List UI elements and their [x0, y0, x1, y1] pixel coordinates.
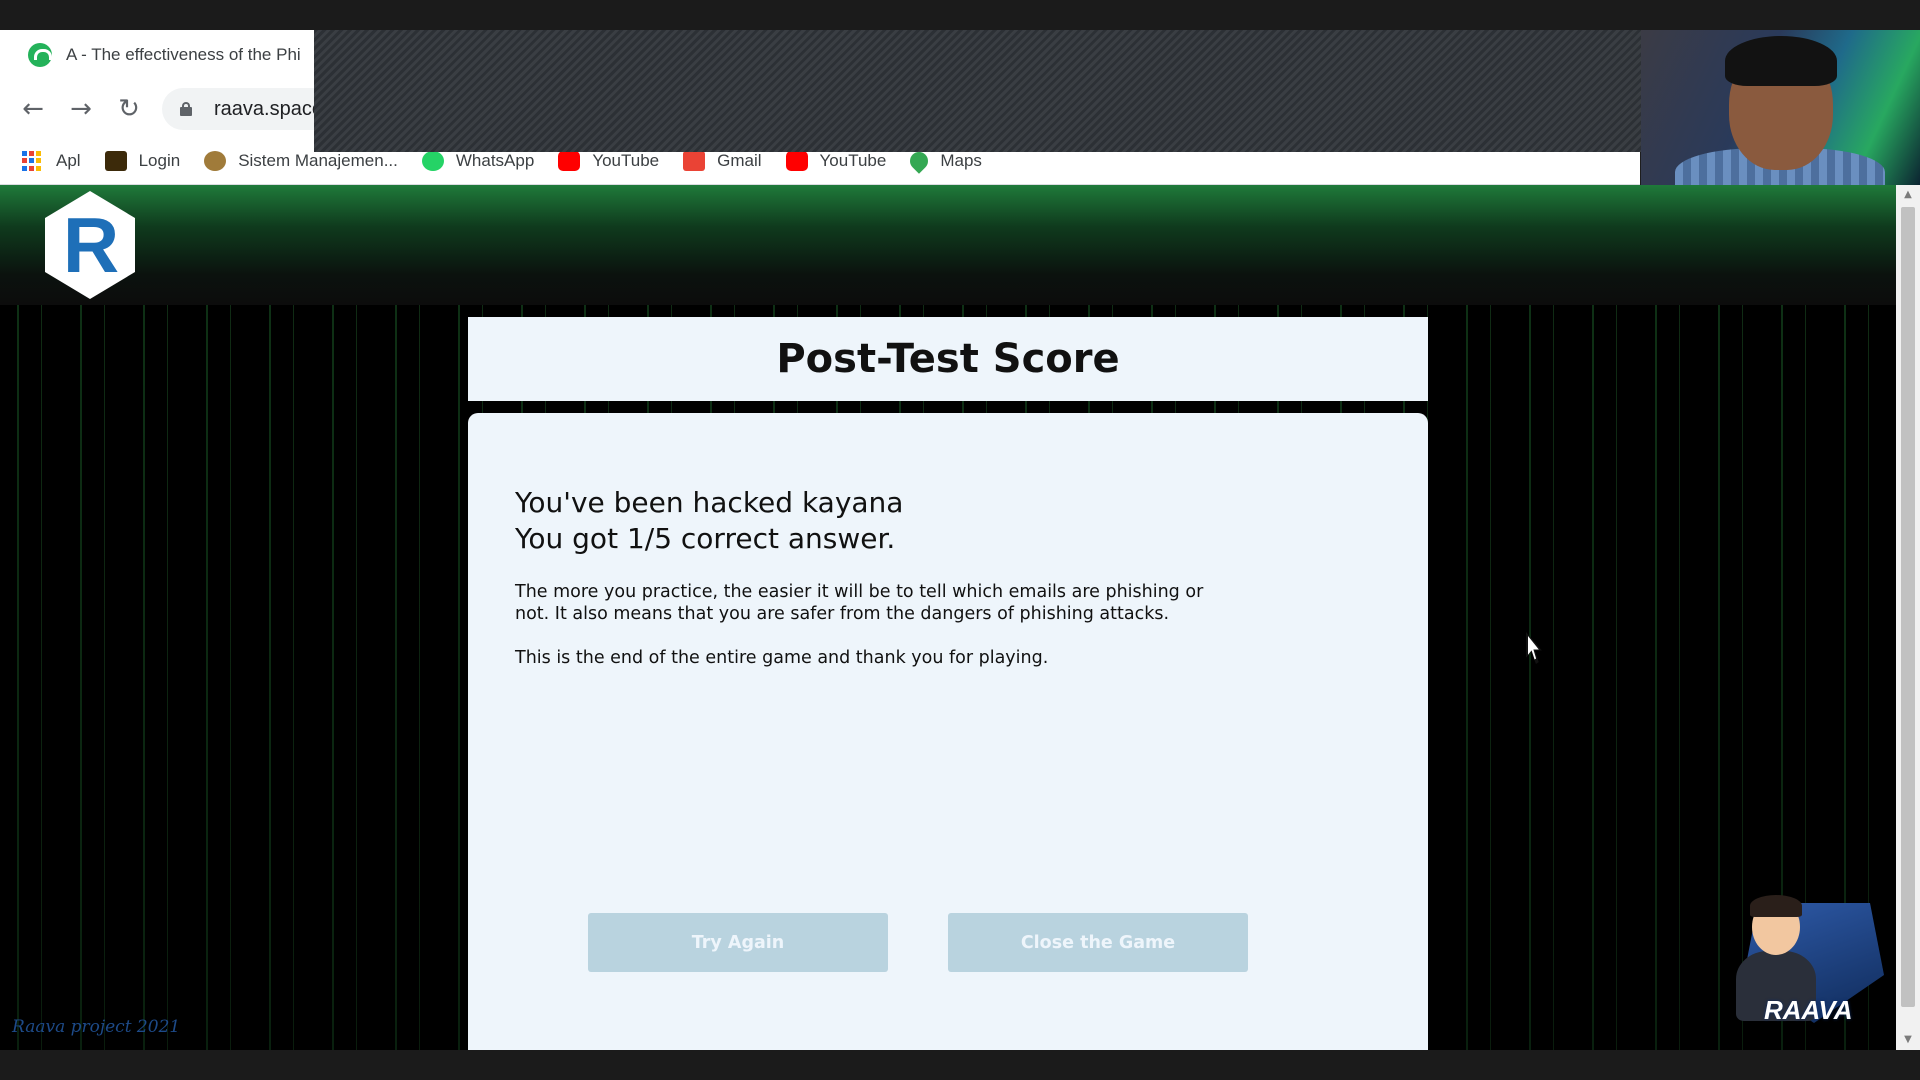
- bookmark-login[interactable]: Login: [104, 151, 181, 171]
- back-arrow-icon[interactable]: ←: [16, 92, 50, 126]
- youtube-icon: [785, 151, 808, 171]
- score-line: You got 1/5 correct answer.: [515, 522, 896, 555]
- bookmark-gmail[interactable]: Gmail: [683, 151, 762, 171]
- bookmark-label: Gmail: [717, 151, 762, 170]
- site-header: R: [0, 185, 1896, 305]
- logo-hexagon: R: [45, 191, 135, 299]
- bike-favicon-icon: [204, 151, 227, 171]
- bookmark-apps[interactable]: Apl: [22, 151, 81, 171]
- bookmark-label: Login: [138, 151, 181, 170]
- maps-pin-icon: [906, 148, 933, 174]
- webcam-person-hair: [1725, 36, 1837, 86]
- scroll-up-arrow-icon[interactable]: ▲: [1896, 185, 1920, 205]
- screen-top-bar: [0, 0, 1920, 30]
- address-text: raava.space: [214, 97, 323, 120]
- browser-tab[interactable]: A - The effectiveness of the Phi: [0, 30, 314, 80]
- apps-grid-icon: [22, 151, 44, 171]
- bookmark-label: WhatsApp: [455, 151, 535, 170]
- bookmark-whatsapp[interactable]: WhatsApp: [421, 151, 535, 171]
- bookmark-label: YouTube: [592, 151, 660, 170]
- lock-icon: [180, 102, 192, 116]
- screen-bottom-bar: [0, 1050, 1920, 1080]
- bookmark-youtube-2[interactable]: YouTube: [785, 151, 887, 171]
- bookmark-maps[interactable]: Maps: [906, 148, 982, 174]
- raava-logo[interactable]: R: [40, 191, 140, 299]
- forward-arrow-icon[interactable]: →: [64, 92, 98, 126]
- advice-paragraph: The more you practice, the easier it wil…: [515, 582, 1204, 624]
- page-scrollbar[interactable]: ▲ ▼: [1896, 185, 1920, 1050]
- video-overlay-strip: [314, 30, 1641, 152]
- raava-mascot: RAAVA: [1724, 893, 1890, 1039]
- title-card: Post-Test Score: [468, 317, 1428, 401]
- gmail-icon: [683, 151, 706, 171]
- scroll-down-arrow-icon[interactable]: ▼: [1896, 1030, 1920, 1050]
- logo-r-mark: R: [62, 200, 119, 289]
- login-favicon-icon: [104, 151, 127, 171]
- bookmark-label: Apl: [56, 151, 81, 170]
- whatsapp-icon: [421, 151, 444, 171]
- result-headline: You've been hacked kayana: [515, 486, 904, 519]
- youtube-icon: [558, 151, 581, 171]
- bookmark-label: Sistem Manajemen...: [238, 151, 398, 170]
- tab-title: A - The effectiveness of the Phi: [66, 45, 301, 64]
- bookmark-label: YouTube: [819, 151, 887, 170]
- bookmark-sistem[interactable]: Sistem Manajemen...: [204, 151, 398, 171]
- page-title: Post-Test Score: [776, 336, 1120, 382]
- bookmark-label: Maps: [940, 151, 982, 170]
- mascot-hair: [1750, 895, 1802, 917]
- try-again-button[interactable]: Try Again: [588, 913, 888, 972]
- footer-credit: Raava project 2021: [12, 1017, 181, 1037]
- web-page: R Post-Test Score You've been hacked kay…: [0, 185, 1896, 1050]
- ending-paragraph: This is the end of the entire game and t…: [515, 648, 1049, 668]
- bookmark-youtube-1[interactable]: YouTube: [558, 151, 659, 171]
- site-favicon-icon: [28, 43, 52, 67]
- reload-icon[interactable]: ↻: [112, 92, 146, 126]
- scroll-thumb[interactable]: [1901, 207, 1915, 1007]
- mascot-brand-text: RAAVA: [1764, 995, 1853, 1025]
- webcam-feed: [1641, 30, 1920, 188]
- close-game-button[interactable]: Close the Game: [948, 913, 1248, 972]
- result-card: You've been hacked kayana You got 1/5 co…: [468, 413, 1428, 1050]
